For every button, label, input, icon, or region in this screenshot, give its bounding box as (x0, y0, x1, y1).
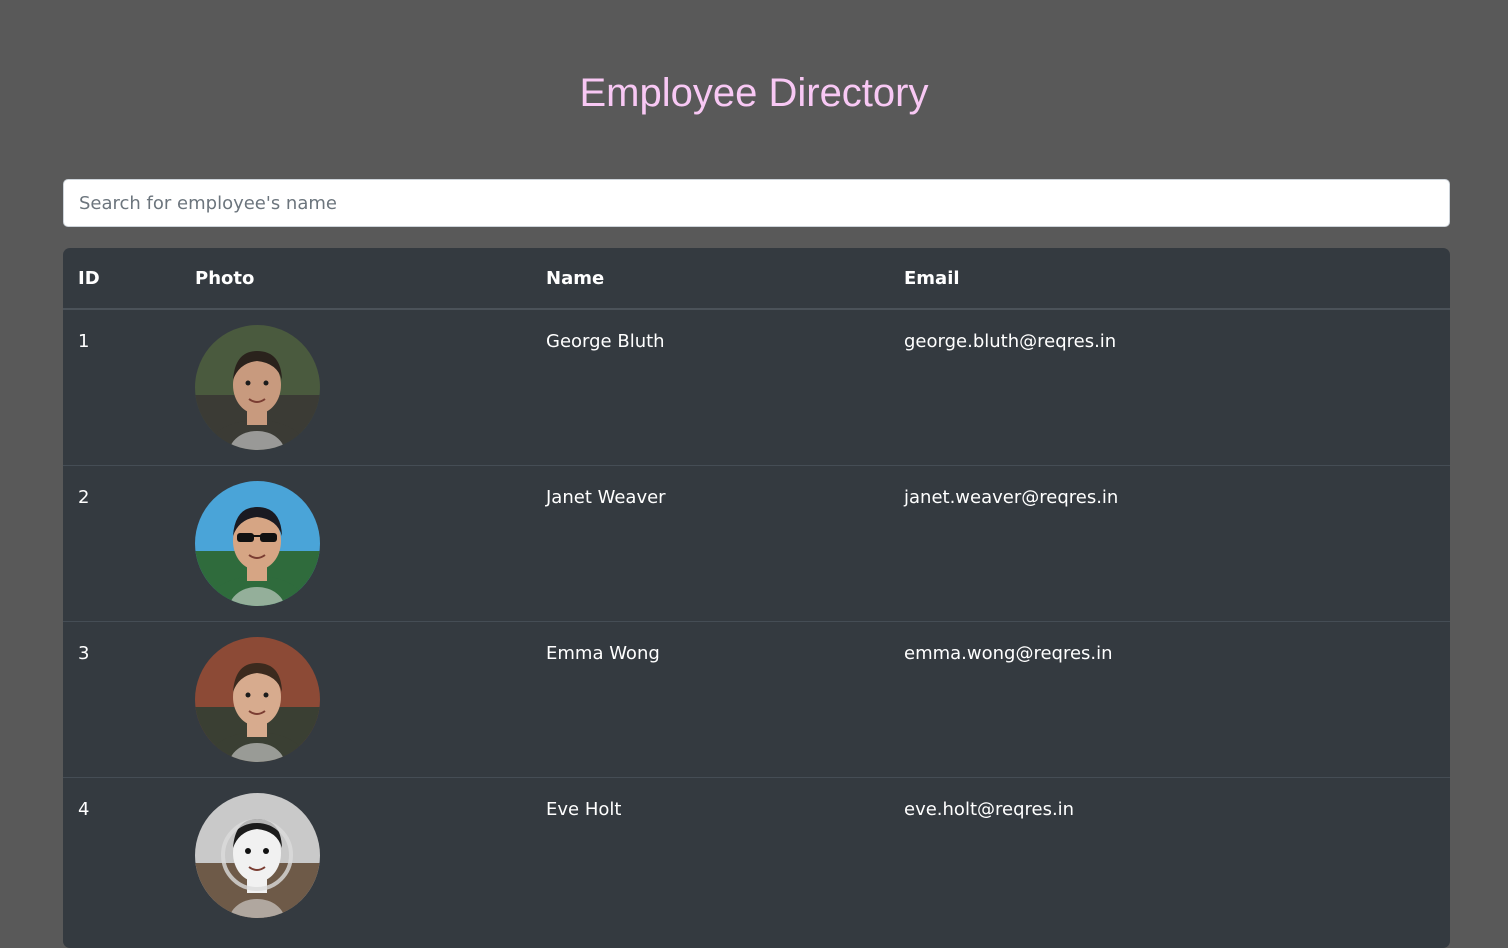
table-row: 3 Emma Wong emma.wong@reqres.in (63, 621, 1450, 777)
cell-email: george.bluth@reqres.in (904, 331, 1117, 352)
table-row: 4 Eve Holt eve.holt@reqres.in (63, 777, 1450, 933)
header-row: ID Photo Name Email (63, 248, 1450, 310)
cell-name: Janet Weaver (546, 486, 666, 508)
avatar (195, 636, 320, 762)
cell-name: Eve Holt (546, 798, 622, 820)
table-row: 2 Janet Weaver janet.weaver@reqres.in (63, 465, 1450, 621)
cell-photo (180, 309, 531, 465)
cell-id: 2 (78, 486, 90, 508)
avatar (195, 325, 320, 450)
cell-email: janet.weaver@reqres.in (904, 486, 1119, 508)
avatar-portrait (195, 480, 320, 606)
cell-photo (180, 621, 531, 777)
page-title: Employee Directory (579, 71, 929, 115)
table-row: 1 George Bluth george.bluth@reqres.in (63, 309, 1450, 465)
employee-table-container: ID Photo Name Email 1 George Bluth georg… (63, 248, 1450, 948)
column-header-email[interactable]: Email (889, 248, 1450, 310)
column-header-name[interactable]: Name (531, 248, 889, 310)
avatar-portrait (195, 325, 320, 450)
cell-photo (180, 465, 531, 621)
cell-id: 1 (78, 331, 90, 352)
search-input[interactable] (63, 179, 1450, 227)
avatar-portrait (195, 636, 320, 762)
cell-name: George Bluth (546, 331, 665, 352)
employee-table: ID Photo Name Email 1 George Bluth georg… (63, 248, 1450, 933)
table-body: 1 George Bluth george.bluth@reqres.in 2 … (63, 309, 1450, 933)
avatar (195, 480, 320, 606)
avatar (195, 792, 320, 918)
column-header-photo[interactable]: Photo (180, 248, 531, 310)
cell-name: Emma Wong (546, 642, 660, 664)
cell-photo (180, 777, 531, 933)
cell-id: 4 (78, 798, 90, 820)
avatar-portrait (195, 792, 320, 918)
cell-id: 3 (78, 642, 90, 664)
table-header: ID Photo Name Email (63, 248, 1450, 310)
cell-email: emma.wong@reqres.in (904, 642, 1113, 664)
cell-email: eve.holt@reqres.in (904, 798, 1075, 820)
column-header-id[interactable]: ID (63, 248, 180, 310)
